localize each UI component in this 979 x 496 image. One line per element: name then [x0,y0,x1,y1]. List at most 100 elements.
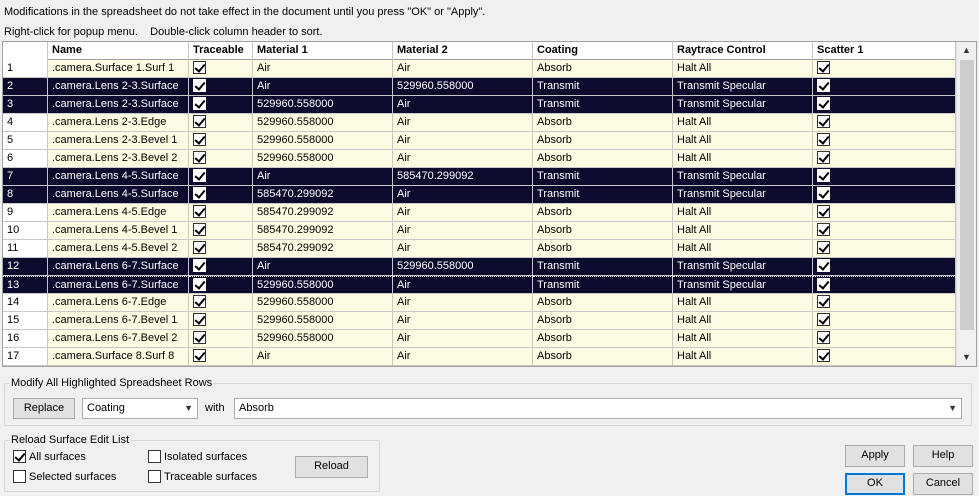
column-header-traceable[interactable]: Traceable [189,42,253,60]
row-number[interactable]: 6 [3,150,48,168]
cell-traceable[interactable] [189,204,253,222]
cell-traceable[interactable] [189,330,253,348]
column-header-coating[interactable]: Coating [533,42,673,60]
checkbox-checked-icon[interactable] [193,204,206,218]
cell-material-1[interactable]: 529960.558000 [253,114,393,132]
row-number[interactable]: 17 [3,348,48,366]
cell-raytrace-control[interactable]: Transmit Specular [673,276,813,294]
cell-name[interactable]: .camera.Lens 2-3.Edge [48,114,189,132]
cell-material-2[interactable]: Air [393,132,533,150]
cell-material-1[interactable]: 529960.558000 [253,294,393,312]
table-row[interactable]: 12 .camera.Lens 6-7.Surface Air 529960.5580… [3,258,956,276]
cell-coating[interactable]: Absorb [533,348,673,366]
cell-coating[interactable]: Absorb [533,240,673,258]
cell-material-2[interactable]: Air [393,150,533,168]
checkbox-checked-icon[interactable] [817,96,830,110]
selected-surfaces-checkbox[interactable]: Selected surfaces [13,469,116,483]
table-row[interactable]: 9 .camera.Lens 4-5.Edge 585470.299092 Air Ab… [3,204,956,222]
checkbox-checked-icon[interactable] [193,114,206,128]
row-number[interactable]: 5 [3,132,48,150]
table-row[interactable]: 17 .camera.Surface 8.Surf 8 Air Air Absorb Ha… [3,348,956,366]
cell-raytrace-control[interactable]: Halt All [673,114,813,132]
checkbox-checked-icon[interactable] [817,168,830,182]
cell-material-2[interactable]: Air [393,204,533,222]
cell-coating[interactable]: Transmit [533,168,673,186]
cell-material-1[interactable]: 585470.299092 [253,204,393,222]
row-number[interactable]: 12 [3,258,48,276]
cell-name[interactable]: .camera.Lens 6-7.Edge [48,294,189,312]
table-row[interactable]: 6 .camera.Lens 2-3.Bevel 2 529960.558000 Ai… [3,150,956,168]
cell-scatter-1[interactable] [813,132,956,150]
column-header-scatter-1[interactable]: Scatter 1 [813,42,956,60]
cell-traceable[interactable] [189,150,253,168]
help-button[interactable]: Help [913,445,973,467]
checkbox-checked-icon[interactable] [817,294,830,308]
cell-coating[interactable]: Transmit [533,258,673,276]
scroll-up-icon[interactable]: ▲ [957,42,976,59]
cell-scatter-1[interactable] [813,60,956,78]
cell-raytrace-control[interactable]: Halt All [673,60,813,78]
cell-raytrace-control[interactable]: Halt All [673,294,813,312]
table-row[interactable]: 1 .camera.Surface 1.Surf 1 Air Air Absorb Hal… [3,60,956,78]
checkbox-checked-icon[interactable] [817,240,830,254]
cell-name[interactable]: .camera.Lens 2-3.Bevel 2 [48,150,189,168]
cell-material-1[interactable]: 585470.299092 [253,186,393,204]
checkbox-checked-icon[interactable] [817,258,830,272]
table-row[interactable]: 13 .camera.Lens 6-7.Surface 529960.558000 A… [3,276,956,294]
cell-coating[interactable]: Transmit [533,276,673,294]
cell-material-2[interactable]: 529960.558000 [393,258,533,276]
checkbox-icon[interactable] [148,449,161,463]
row-number[interactable]: 8 [3,186,48,204]
cell-traceable[interactable] [189,132,253,150]
cell-raytrace-control[interactable]: Transmit Specular [673,168,813,186]
cell-scatter-1[interactable] [813,312,956,330]
row-number[interactable]: 1 [3,60,48,78]
table-row[interactable]: 4 .camera.Lens 2-3.Edge 529960.558000 Air Ab… [3,114,956,132]
cell-raytrace-control[interactable]: Halt All [673,312,813,330]
row-number[interactable]: 16 [3,330,48,348]
cell-coating[interactable]: Absorb [533,150,673,168]
cell-scatter-1[interactable] [813,240,956,258]
cell-material-2[interactable]: 529960.558000 [393,78,533,96]
cell-traceable[interactable] [189,240,253,258]
cell-coating[interactable]: Absorb [533,330,673,348]
table-row[interactable]: 10 .camera.Lens 4-5.Bevel 1 585470.299092 A… [3,222,956,240]
column-header-material-2[interactable]: Material 2 [393,42,533,60]
row-number[interactable]: 3 [3,96,48,114]
cell-coating[interactable]: Absorb [533,204,673,222]
cell-material-2[interactable]: Air [393,222,533,240]
cell-traceable[interactable] [189,96,253,114]
checkbox-checked-icon[interactable] [193,132,206,146]
checkbox-checked-icon[interactable] [193,78,206,92]
cell-scatter-1[interactable] [813,204,956,222]
checkbox-icon[interactable] [13,469,26,483]
row-number[interactable]: 4 [3,114,48,132]
cell-name[interactable]: .camera.Lens 4-5.Bevel 1 [48,222,189,240]
table-row[interactable]: 7 .camera.Lens 4-5.Surface Air 585470.29909… [3,168,956,186]
cell-material-1[interactable]: Air [253,348,393,366]
table-row[interactable]: 2 .camera.Lens 2-3.Surface Air 529960.55800… [3,78,956,96]
checkbox-checked-icon[interactable] [193,168,206,182]
cell-raytrace-control[interactable]: Halt All [673,204,813,222]
cell-raytrace-control[interactable]: Transmit Specular [673,258,813,276]
cell-coating[interactable]: Absorb [533,114,673,132]
cell-scatter-1[interactable] [813,294,956,312]
cell-scatter-1[interactable] [813,96,956,114]
cell-coating[interactable]: Transmit [533,186,673,204]
cell-traceable[interactable] [189,60,253,78]
cell-scatter-1[interactable] [813,276,956,294]
cell-name[interactable]: .camera.Lens 6-7.Surface [48,258,189,276]
cell-scatter-1[interactable] [813,186,956,204]
checkbox-checked-icon[interactable] [817,186,830,200]
cell-material-1[interactable]: 529960.558000 [253,96,393,114]
vertical-scrollbar[interactable]: ▲ ▼ [956,42,976,366]
cell-raytrace-control[interactable]: Halt All [673,222,813,240]
cell-material-1[interactable]: Air [253,78,393,96]
row-number[interactable]: 14 [3,294,48,312]
scrollbar-thumb[interactable] [960,60,974,330]
cell-material-2[interactable]: Air [393,276,533,294]
cell-material-1[interactable]: 529960.558000 [253,150,393,168]
cell-scatter-1[interactable] [813,348,956,366]
cell-name[interactable]: .camera.Surface 8.Surf 8 [48,348,189,366]
cell-material-1[interactable]: Air [253,258,393,276]
